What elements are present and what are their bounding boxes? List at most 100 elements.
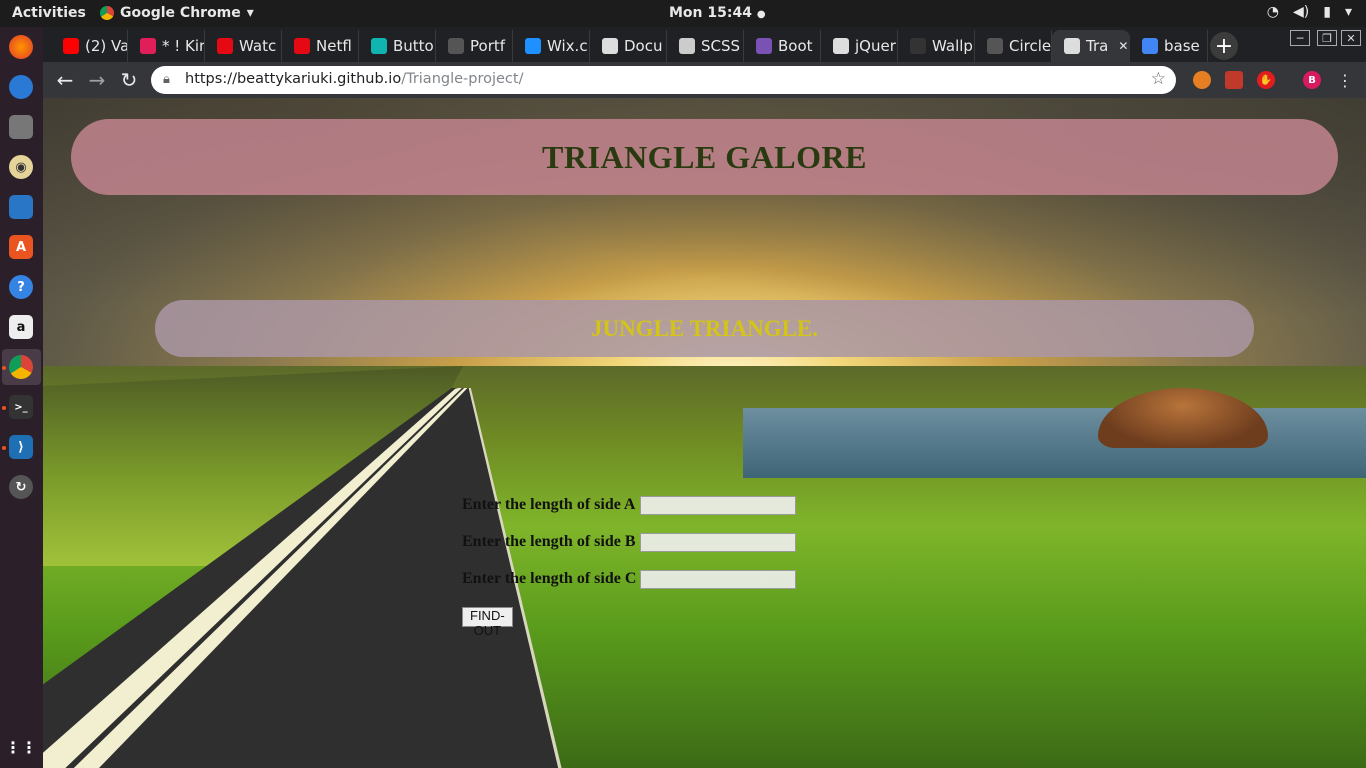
tab-label: Butto bbox=[393, 37, 434, 55]
show-apps-icon[interactable]: ⋮⋮ bbox=[5, 735, 37, 759]
tab-label: jQuer bbox=[855, 37, 896, 55]
firefox-icon[interactable] bbox=[9, 35, 33, 59]
forward-button[interactable]: → bbox=[85, 68, 109, 92]
hex-icon bbox=[448, 38, 464, 54]
close-window-button[interactable]: ✕ bbox=[1341, 30, 1361, 46]
youtube-icon bbox=[63, 38, 79, 54]
volume-icon: ◀) bbox=[1293, 4, 1310, 20]
extension-icon[interactable] bbox=[1193, 71, 1211, 89]
browser-tab[interactable]: Wix.c bbox=[513, 30, 590, 62]
browser-tab[interactable]: Butto bbox=[359, 30, 436, 62]
tab-label: * ! Kir bbox=[162, 37, 205, 55]
tab-strip: (2) Va * ! Kir Watc Netfl Butto Portf Wix.c Doc… bbox=[43, 27, 1366, 62]
app-name: Google Chrome bbox=[120, 5, 241, 21]
update-icon[interactable]: ↻ bbox=[9, 475, 33, 499]
tab-label: Wallp bbox=[932, 37, 973, 55]
minimize-button[interactable]: ─ bbox=[1290, 30, 1310, 46]
url-text: https://beattykariuki.github.io/Triangle… bbox=[185, 71, 524, 87]
chevron-down-icon: ▾ bbox=[246, 5, 254, 21]
browser-tab[interactable]: base bbox=[1130, 30, 1208, 62]
side-c-row: Enter the length of side C bbox=[462, 568, 796, 590]
system-top-bar: Activities Google Chrome ▾ Mon 15:44 ● ◔… bbox=[0, 0, 1366, 27]
adblock-icon[interactable]: ✋ bbox=[1257, 71, 1275, 89]
tab-label: Watc bbox=[239, 37, 277, 55]
tab-label: Circle bbox=[1009, 37, 1052, 55]
app-menu[interactable]: Google Chrome ▾ bbox=[100, 5, 254, 21]
back-button[interactable]: ← bbox=[53, 68, 77, 92]
tab-label: Docu bbox=[624, 37, 663, 55]
tab-label: base bbox=[1164, 37, 1200, 55]
side-a-label: Enter the length of side A bbox=[462, 496, 636, 513]
browser-tab[interactable]: Netfl bbox=[282, 30, 359, 62]
system-tray[interactable]: ◔ ◀) ▮ ▾ bbox=[1267, 4, 1352, 20]
extension-icon[interactable] bbox=[1225, 71, 1243, 89]
browser-tab[interactable]: Tra ✕ bbox=[1052, 30, 1130, 62]
lock-icon: 🔒︎ bbox=[163, 72, 170, 87]
s-icon bbox=[371, 38, 387, 54]
side-b-input[interactable] bbox=[640, 532, 796, 552]
tab-label: Wix.c bbox=[547, 37, 588, 55]
page-title: TRIANGLE GALORE bbox=[542, 138, 867, 175]
running-indicator bbox=[2, 366, 6, 370]
terminal-icon[interactable]: >_ bbox=[9, 395, 33, 419]
dock: ◉ A ? a >_ ⟩ ↻ ⋮⋮ bbox=[0, 27, 43, 768]
running-indicator bbox=[2, 446, 6, 450]
help-icon[interactable]: ? bbox=[9, 275, 33, 299]
tab-label: Tra bbox=[1086, 37, 1109, 55]
side-c-label: Enter the length of side C bbox=[462, 570, 637, 587]
google-icon bbox=[1142, 38, 1158, 54]
browser-tab[interactable]: Portf bbox=[436, 30, 513, 62]
maximize-button[interactable]: ❐ bbox=[1317, 30, 1337, 46]
notification-dot: ● bbox=[756, 9, 766, 20]
thunderbird-icon[interactable] bbox=[9, 75, 33, 99]
browser-toolbar: ← → ↻ 🔒︎ https://beattykariuki.github.io… bbox=[43, 62, 1366, 98]
side-c-input[interactable] bbox=[640, 569, 796, 589]
tab-label: Boot bbox=[778, 37, 813, 55]
find-out-button[interactable]: FIND-OUT bbox=[462, 607, 513, 638]
browser-tab[interactable]: Boot bbox=[744, 30, 821, 62]
slack-icon bbox=[140, 38, 156, 54]
battery-icon: ▮ bbox=[1323, 4, 1331, 20]
side-a-input[interactable] bbox=[640, 495, 796, 515]
wallpaper-icon bbox=[910, 38, 926, 54]
clock[interactable]: Mon 15:44 ● bbox=[669, 5, 766, 21]
amazon-icon[interactable]: a bbox=[9, 315, 33, 339]
bookmark-star-icon[interactable]: ☆ bbox=[1151, 69, 1166, 89]
files-icon[interactable] bbox=[9, 115, 33, 139]
browser-tab[interactable]: Wallp bbox=[898, 30, 975, 62]
browser-tab[interactable]: Watc bbox=[205, 30, 282, 62]
wifi-icon: ◔ bbox=[1266, 4, 1280, 20]
running-indicator bbox=[2, 406, 6, 410]
side-b-label: Enter the length of side B bbox=[462, 533, 636, 550]
reload-button[interactable]: ↻ bbox=[117, 68, 141, 92]
browser-tab[interactable]: Docu bbox=[590, 30, 667, 62]
doc-icon bbox=[1064, 38, 1080, 54]
chrome-icon bbox=[100, 6, 114, 20]
browser-tab[interactable]: * ! Kir bbox=[128, 30, 205, 62]
browser-tab[interactable]: jQuer bbox=[821, 30, 898, 62]
side-a-row: Enter the length of side A bbox=[462, 494, 796, 516]
browser-tab[interactable]: Circle bbox=[975, 30, 1052, 62]
address-bar[interactable]: 🔒︎ https://beattykariuki.github.io/Trian… bbox=[151, 66, 1176, 94]
menu-icon[interactable]: ⋮ bbox=[1333, 68, 1357, 92]
doc-icon bbox=[833, 38, 849, 54]
result-text: JUNGLE TRIANGLE. bbox=[590, 315, 819, 341]
chrome-dock-icon[interactable] bbox=[9, 355, 33, 379]
title-banner: TRIANGLE GALORE bbox=[71, 119, 1338, 195]
rhythmbox-icon[interactable]: ◉ bbox=[9, 155, 33, 179]
bootstrap-icon bbox=[756, 38, 772, 54]
avatar[interactable]: B bbox=[1303, 71, 1321, 89]
software-center-icon[interactable]: A bbox=[9, 235, 33, 259]
tab-label: SCSS bbox=[701, 37, 741, 55]
browser-tab[interactable]: SCSS bbox=[667, 30, 744, 62]
doc-icon bbox=[602, 38, 618, 54]
vscode-icon[interactable]: ⟩ bbox=[9, 435, 33, 459]
activities-button[interactable]: Activities bbox=[12, 5, 86, 21]
close-tab-icon[interactable]: ✕ bbox=[1118, 39, 1128, 53]
tab-label: (2) Va bbox=[85, 37, 128, 55]
desktop: Activities Google Chrome ▾ Mon 15:44 ● ◔… bbox=[0, 0, 1366, 768]
writer-icon[interactable] bbox=[9, 195, 33, 219]
new-tab-button[interactable]: + bbox=[1210, 32, 1238, 60]
clock-text: Mon 15:44 bbox=[669, 5, 752, 21]
browser-tab[interactable]: (2) Va bbox=[51, 30, 128, 62]
